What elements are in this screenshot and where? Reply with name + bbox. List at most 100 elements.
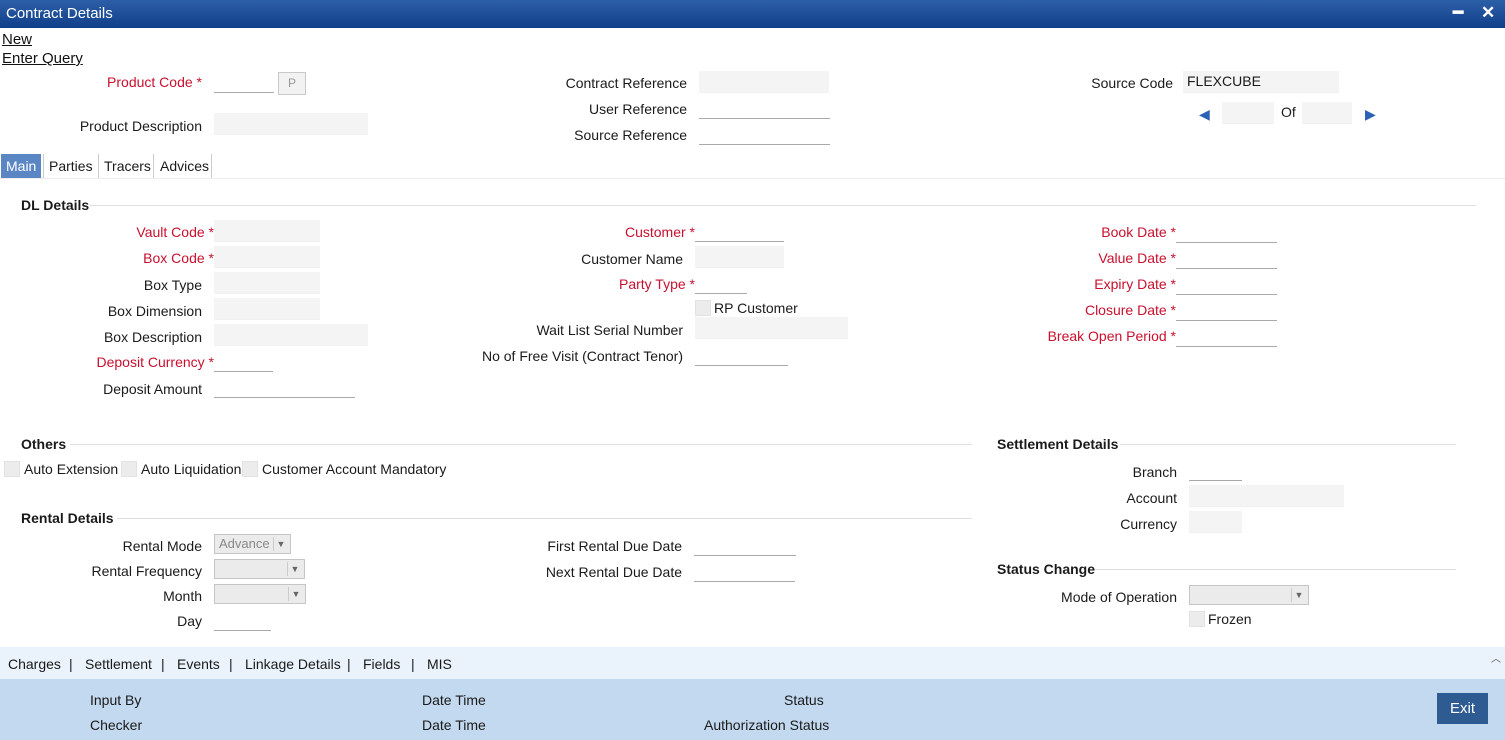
mode-of-operation-select[interactable]: ▼ [1189,585,1309,605]
frozen-label: Frozen [1208,611,1252,627]
rental-divider [117,518,972,519]
previous-arrow-icon[interactable]: ◀ [1199,106,1210,123]
contract-reference-input[interactable] [699,71,829,93]
tab-linkage-details[interactable]: Linkage Details [245,656,341,672]
title-bar: Contract Details ━ ✕ [0,0,1505,28]
branch-input[interactable] [1189,459,1242,481]
auto-extension-checkbox[interactable] [4,461,20,477]
dropdown-arrow-icon: ▼ [287,562,302,576]
free-visit-label: No of Free Visit (Contract Tenor) [481,348,683,364]
user-reference-label: User Reference [588,101,687,117]
break-open-label: Break Open Period * [1047,328,1176,344]
record-index-input[interactable] [1222,102,1274,124]
customer-account-mandatory-checkbox[interactable] [242,461,258,477]
currency-input[interactable] [1189,511,1242,533]
tab-charges[interactable]: Charges [8,656,61,672]
minimize-icon[interactable]: ━ [1453,3,1463,23]
source-reference-label: Source Reference [574,127,687,143]
value-date-input[interactable] [1176,247,1277,269]
audit-footer: Input By Checker Date Time Date Time Sta… [0,679,1505,740]
free-visit-input[interactable] [695,344,788,366]
others-divider [70,444,972,445]
expiry-date-input[interactable] [1176,273,1277,295]
mode-of-operation-label: Mode of Operation [1061,589,1177,605]
vault-code-label: Vault Code * [136,224,214,240]
tab-advices[interactable]: Advices [155,154,214,178]
account-label: Account [1126,490,1177,506]
exit-button[interactable]: Exit [1437,693,1488,724]
value-date-label: Value Date * [1098,250,1176,266]
box-description-input[interactable] [214,324,368,346]
checker-label: Checker [90,717,143,733]
auto-liquidation-checkbox[interactable] [121,461,137,477]
box-code-label: Box Code * [143,250,214,266]
status-change-title: Status Change [997,561,1096,577]
customer-name-input[interactable] [695,246,784,268]
wait-list-input[interactable] [695,317,848,339]
product-code-lov-button[interactable]: P [278,72,306,95]
deposit-currency-label: Deposit Currency * [96,354,215,370]
bottom-tab-strip: Charges | Settlement | Events | Linkage … [0,647,1505,679]
rental-mode-select[interactable]: Advance ▼ [214,534,291,554]
customer-account-mandatory-label: Customer Account Mandatory [262,461,447,477]
closure-date-input[interactable] [1176,299,1277,321]
vault-code-input[interactable] [214,220,320,242]
book-date-input[interactable] [1176,221,1277,243]
book-date-label: Book Date * [1101,224,1176,240]
tab-mis[interactable]: MIS [427,656,452,672]
frozen-checkbox[interactable] [1189,611,1205,627]
box-dimension-input[interactable] [214,298,320,320]
dropdown-arrow-icon: ▼ [1291,588,1306,602]
tab-events[interactable]: Events [177,656,220,672]
tab-main[interactable]: Main [1,154,42,178]
source-code-label: Source Code [1091,75,1173,91]
source-reference-input[interactable] [699,123,830,145]
settlement-divider [1120,444,1456,445]
record-total-input[interactable] [1302,102,1352,124]
rental-mode-value: Advance [219,536,270,551]
product-description-input[interactable] [214,113,368,135]
deposit-currency-input[interactable] [214,350,273,372]
rental-details-title: Rental Details [21,510,114,526]
window-title: Contract Details [6,5,113,22]
first-rental-due-label: First Rental Due Date [547,538,682,554]
break-open-input[interactable] [1176,325,1277,347]
tab-settlement[interactable]: Settlement [85,656,152,672]
authorization-status-label: Authorization Status [704,717,830,733]
first-rental-due-input[interactable] [694,534,796,556]
tab-parties[interactable]: Parties [44,154,98,178]
deposit-amount-input[interactable] [214,376,355,398]
day-input[interactable] [214,609,271,631]
input-by-label: Input By [90,692,142,708]
product-code-input[interactable] [214,71,274,93]
account-input[interactable] [1189,485,1344,507]
next-arrow-icon[interactable]: ▶ [1365,106,1376,123]
customer-input[interactable] [695,220,784,242]
enter-query-link[interactable]: Enter Query [2,50,83,67]
next-rental-due-label: Next Rental Due Date [545,564,682,580]
month-select[interactable]: ▼ [214,584,306,604]
currency-label: Currency [1120,516,1177,532]
product-description-label: Product Description [79,118,202,134]
checker-date-time-label: Date Time [422,717,486,733]
user-reference-input[interactable] [699,97,830,119]
box-description-label: Box Description [103,329,202,345]
others-title: Others [21,436,67,452]
close-icon[interactable]: ✕ [1481,3,1495,23]
status-change-divider [1095,569,1456,570]
source-code-input[interactable]: FLEXCUBE [1183,71,1339,93]
deposit-amount-label: Deposit Amount [103,381,202,397]
box-type-input[interactable] [214,272,320,294]
tab-tracers[interactable]: Tracers [99,154,156,178]
new-link[interactable]: New [2,31,32,48]
rental-frequency-label: Rental Frequency [91,563,202,579]
party-type-input[interactable] [695,272,747,294]
collapse-icon[interactable]: ︿ [1491,650,1501,665]
next-rental-due-input[interactable] [694,560,795,582]
dropdown-arrow-icon: ▼ [288,587,303,601]
rental-frequency-select[interactable]: ▼ [214,559,305,579]
rp-customer-label: RP Customer [714,300,798,316]
box-code-input[interactable] [214,246,320,268]
tab-fields[interactable]: Fields [363,656,400,672]
rp-customer-checkbox[interactable] [695,300,711,316]
